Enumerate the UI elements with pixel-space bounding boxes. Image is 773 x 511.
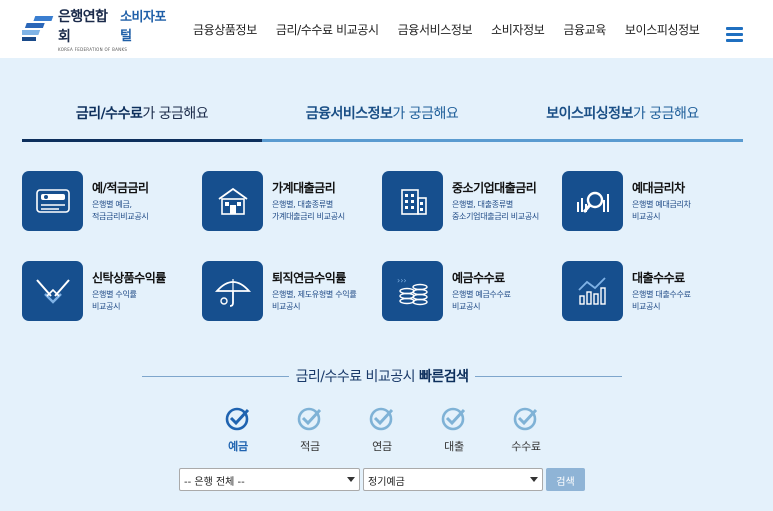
card-desc: 은행별 예대금리차 비교공시 — [632, 200, 691, 221]
quick-search-title-strong: 빠른검색 — [419, 369, 469, 385]
house-icon — [202, 171, 263, 231]
site-header: 은행연합회 소비자포털 KOREA FEDERATION OF BANKS 금융… — [0, 0, 773, 58]
building-icon — [382, 171, 443, 231]
card-title: 퇴직연금수익률 — [272, 271, 346, 285]
logo-subtitle: KOREA FEDERATION OF BANKS — [58, 47, 128, 52]
card-household-loan-rates[interactable]: 가계대출금리 은행별, 대출종류별 가계대출금리 비교공시 — [202, 171, 382, 233]
tab-voice-phishing-strong: 보이스피싱정보 — [546, 106, 633, 122]
hamburger-menu-icon[interactable] — [726, 27, 744, 43]
quick-search-title-normal: 금리/수수료 비교공시 — [295, 369, 420, 385]
site-logo[interactable]: 은행연합회 소비자포털 KOREA FEDERATION OF BANKS — [16, 9, 172, 52]
card-pension-returns[interactable]: 퇴직연금수익률 은행별, 제도유형별 수익률 비교공시 — [202, 261, 382, 323]
option-label: 연금 — [372, 440, 392, 453]
option-fees[interactable]: 수수료 — [502, 406, 550, 454]
handshake-icon — [22, 261, 83, 321]
check-circle-icon — [297, 407, 322, 431]
nav-item-voice-phishing[interactable]: 보이스피싱정보 — [625, 21, 700, 38]
card-title: 신탁상품수익률 — [92, 271, 166, 285]
chevron-down-icon — [530, 477, 538, 482]
chevron-down-icon — [347, 477, 355, 482]
quick-search-title: 금리/수수료 비교공시 빠른검색 — [142, 366, 623, 386]
product-type-select-value: 정기예금 — [368, 477, 405, 488]
card-loan-fees[interactable]: 대출수수료 은행별 대출수수료 비교공시 — [562, 261, 742, 323]
option-pension[interactable]: 연금 — [358, 406, 406, 454]
svg-text:›››: ››› — [397, 276, 407, 285]
savings-card-icon — [22, 171, 83, 231]
coin-stack-icon: ››› — [382, 261, 443, 321]
option-loan[interactable]: 대출 — [430, 406, 478, 454]
tab-voice-phishing[interactable]: 보이스피싱정보가 궁금해요 — [502, 90, 743, 142]
card-title: 예대금리차 — [632, 181, 685, 195]
tab-financial-services-strong: 금융서비스정보 — [305, 106, 393, 122]
divider — [474, 375, 623, 377]
main-nav: 금융상품정보 금리/수수료 비교공시 금융서비스정보 소비자정보 금융교육 보이… — [193, 0, 718, 58]
search-button[interactable]: 검색 — [546, 468, 585, 491]
nav-item-education[interactable]: 금융교육 — [563, 21, 606, 38]
option-label: 수수료 — [511, 440, 541, 453]
card-title: 가계대출금리 — [272, 181, 336, 195]
option-savings[interactable]: 적금 — [286, 406, 334, 454]
tab-rates-fees-rest: 가 궁금해요 — [142, 106, 209, 122]
nav-item-consumer[interactable]: 소비자정보 — [491, 21, 545, 38]
magnifier-chart-icon — [562, 171, 623, 231]
bank-select[interactable]: -- 은행 전체 -- — [179, 468, 360, 491]
umbrella-icon — [202, 261, 263, 321]
divider — [142, 375, 290, 377]
card-deposit-loan-spread[interactable]: 예대금리차 은행별 예대금리차 비교공시 — [562, 171, 742, 233]
option-label: 적금 — [300, 440, 320, 453]
card-desc: 은행별 수익률 비교공시 — [92, 290, 137, 311]
tab-financial-services-rest: 가 궁금해요 — [392, 106, 459, 122]
tab-rates-fees[interactable]: 금리/수수료가 궁금해요 — [22, 90, 262, 142]
nav-item-products[interactable]: 금융상품정보 — [193, 21, 257, 38]
bank-select-value: -- 은행 전체 -- — [184, 477, 245, 488]
option-label: 대출 — [444, 440, 464, 453]
logo-kfb-text: 은행연합회 — [58, 9, 108, 45]
card-desc: 은행별, 대출종류별 중소기업대출금리 비교공시 — [452, 200, 539, 221]
check-circle-icon — [513, 407, 538, 431]
tab-financial-services[interactable]: 금융서비스정보가 궁금해요 — [262, 90, 502, 142]
product-type-select[interactable]: 정기예금 — [363, 468, 543, 491]
check-circle-icon — [225, 407, 250, 431]
check-circle-icon — [369, 407, 394, 431]
card-sme-loan-rates[interactable]: 중소기업대출금리 은행별, 대출종류별 중소기업대출금리 비교공시 — [382, 171, 562, 233]
card-deposit-rates[interactable]: 예/적금금리 은행별 예금, 적금금리비교공시 — [22, 171, 202, 233]
option-deposit[interactable]: 예금 — [214, 406, 262, 454]
card-desc: 은행별 예금, 적금금리비교공시 — [92, 200, 149, 221]
card-desc: 은행별, 대출종류별 가계대출금리 비교공시 — [272, 200, 345, 221]
card-desc: 은행별, 제도유형별 수익률 비교공시 — [272, 290, 357, 311]
tab-voice-phishing-rest: 가 궁금해요 — [632, 106, 699, 122]
nav-item-services[interactable]: 금융서비스정보 — [398, 21, 473, 38]
card-title: 예금수수료 — [452, 271, 505, 285]
tab-rates-fees-strong: 금리/수수료 — [75, 106, 143, 122]
option-label: 예금 — [228, 440, 248, 453]
topic-tabs: 금리/수수료가 궁금해요 금융서비스정보가 궁금해요 보이스피싱정보가 궁금해요 — [22, 90, 743, 142]
logo-portal-text: 소비자포털 — [120, 10, 166, 44]
bar-chart-icon — [562, 261, 623, 321]
card-desc: 은행별 예금수수료 비교공시 — [452, 290, 511, 311]
kfb-logo-icon — [16, 14, 56, 44]
card-title: 대출수수료 — [632, 271, 685, 285]
card-title: 예/적금금리 — [92, 181, 149, 195]
check-circle-icon — [441, 407, 466, 431]
card-trust-returns[interactable]: 신탁상품수익률 은행별 수익률 비교공시 — [22, 261, 202, 323]
card-desc: 은행별 대출수수료 비교공시 — [632, 290, 691, 311]
card-title: 중소기업대출금리 — [452, 181, 537, 195]
nav-item-rate-compare[interactable]: 금리/수수료 비교공시 — [276, 21, 379, 38]
card-deposit-fees[interactable]: ››› 예금수수료 은행별 예금수수료 비교공시 — [382, 261, 562, 323]
